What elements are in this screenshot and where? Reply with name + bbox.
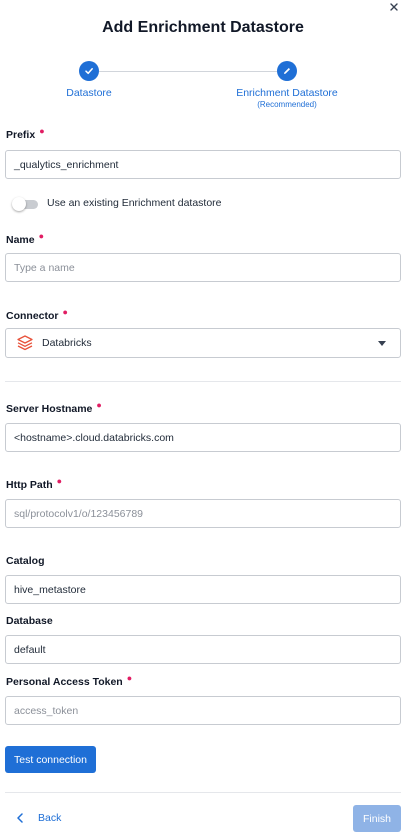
prefix-value: _qualytics_enrichment xyxy=(14,158,119,171)
name-label: Name ● xyxy=(6,231,45,246)
http-path-placeholder: sql/protocolv1/o/123456789 xyxy=(14,507,144,520)
chevron-down-icon xyxy=(378,341,386,346)
prefix-label: Prefix ● xyxy=(6,126,45,141)
step-enrichment-label[interactable]: Enrichment Datastore xyxy=(227,87,347,99)
name-label-text: Name xyxy=(6,234,35,246)
database-input[interactable]: default xyxy=(5,635,401,664)
step-datastore-label[interactable]: Datastore xyxy=(39,87,139,99)
http-path-label-text: Http Path xyxy=(6,479,53,491)
step-enrichment-sublabel: (Recommended) xyxy=(257,100,317,109)
name-input[interactable]: Type a name xyxy=(5,253,401,282)
step-connector-line xyxy=(99,71,277,72)
required-marker: ● xyxy=(62,307,68,317)
close-icon xyxy=(390,3,398,11)
check-icon xyxy=(85,68,93,75)
server-hostname-input[interactable]: <hostname>.cloud.databricks.com xyxy=(5,423,401,452)
required-marker: ● xyxy=(56,476,63,486)
server-hostname-value: <hostname>.cloud.databricks.com xyxy=(14,431,174,444)
server-hostname-label-text: Server Hostname xyxy=(6,403,93,415)
use-existing-toggle[interactable] xyxy=(12,197,38,211)
database-label: Database xyxy=(6,615,53,627)
step-enrichment-indicator[interactable] xyxy=(277,61,297,81)
name-placeholder: Type a name xyxy=(14,261,75,274)
catalog-input[interactable]: hive_metastore xyxy=(5,575,401,604)
catalog-label-text: Catalog xyxy=(6,555,45,567)
http-path-label: Http Path ● xyxy=(6,476,63,491)
databricks-icon xyxy=(17,335,33,351)
stepper: Datastore Enrichment Datastore (Recommen… xyxy=(0,61,406,113)
access-token-label-text: Personal Access Token xyxy=(6,676,123,688)
finish-button[interactable]: Finish xyxy=(353,805,401,832)
prefix-input[interactable]: _qualytics_enrichment xyxy=(5,150,401,179)
back-label: Back xyxy=(38,812,62,824)
required-marker: ● xyxy=(39,126,45,136)
connector-label-text: Connector xyxy=(6,310,59,322)
test-connection-button[interactable]: Test connection xyxy=(5,746,96,773)
dialog-title: Add Enrichment Datastore xyxy=(102,19,304,36)
required-marker: ● xyxy=(96,400,102,410)
use-existing-label: Use an existing Enrichment datastore xyxy=(47,197,222,209)
step-datastore-indicator[interactable] xyxy=(79,61,99,81)
chevron-left-icon xyxy=(17,813,23,823)
database-value: default xyxy=(14,643,46,656)
server-hostname-label: Server Hostname ● xyxy=(6,400,102,415)
prefix-label-text: Prefix xyxy=(6,129,36,141)
back-button[interactable]: Back xyxy=(16,812,61,824)
required-marker: ● xyxy=(126,673,133,683)
close-button[interactable] xyxy=(388,1,400,13)
section-divider xyxy=(5,381,401,382)
access-token-label: Personal Access Token ● xyxy=(6,673,133,688)
http-path-input[interactable]: sql/protocolv1/o/123456789 xyxy=(5,499,401,528)
connector-select[interactable]: Databricks xyxy=(5,328,401,358)
connector-label: Connector ● xyxy=(6,307,68,322)
required-marker: ● xyxy=(38,231,45,241)
pencil-icon xyxy=(284,68,290,74)
access-token-placeholder: access_token xyxy=(14,704,79,717)
access-token-input[interactable]: access_token xyxy=(5,696,401,725)
toggle-knob xyxy=(12,197,26,211)
catalog-label: Catalog xyxy=(6,555,45,567)
database-label-text: Database xyxy=(6,615,53,627)
footer-divider xyxy=(5,792,401,793)
connector-value: Databricks xyxy=(42,337,92,349)
catalog-value: hive_metastore xyxy=(14,583,86,596)
